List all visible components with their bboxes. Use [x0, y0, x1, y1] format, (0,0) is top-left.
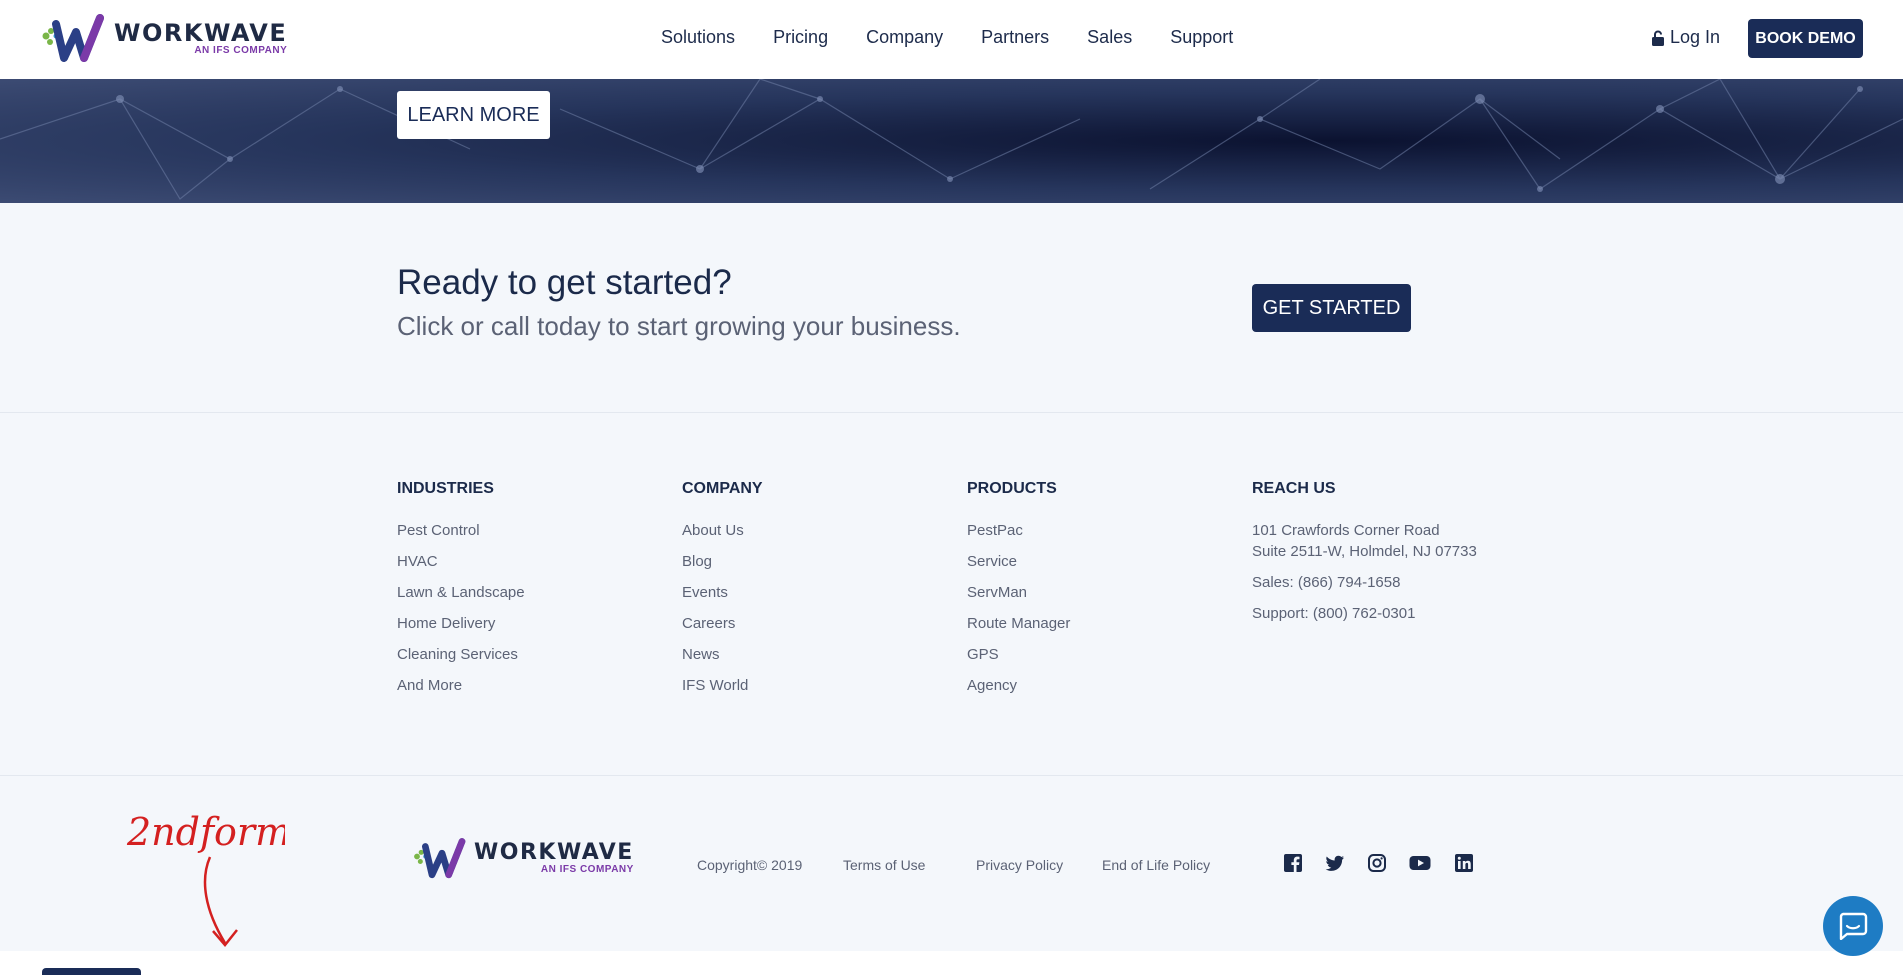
footer-link[interactable]: ServMan — [967, 577, 1070, 608]
book-demo-button[interactable]: BOOK DEMO — [1748, 19, 1863, 58]
footer-reach-title: REACH US — [1252, 480, 1336, 497]
footer-link[interactable]: Agency — [967, 670, 1070, 701]
footer-link[interactable]: About Us — [682, 515, 763, 546]
learn-more-button[interactable]: LEARN MORE — [397, 91, 550, 139]
footer-link[interactable]: GPS — [967, 639, 1070, 670]
cta-section: Ready to get started? Click or call toda… — [0, 203, 1903, 413]
footer-link[interactable]: News — [682, 639, 763, 670]
lock-icon — [1652, 30, 1664, 46]
footer-link[interactable]: Blog — [682, 546, 763, 577]
footer-workwave-logo[interactable]: WORKWAVE AN IFS COMPANY — [412, 838, 634, 880]
login-label: Log In — [1670, 27, 1721, 47]
logo-wordmark: WORKWAVE — [114, 19, 288, 47]
footer-link[interactable]: Careers — [682, 608, 763, 639]
instagram-icon[interactable] — [1367, 853, 1387, 873]
get-started-button[interactable]: GET STARTED — [1252, 284, 1411, 332]
workwave-logo-mark-icon — [414, 838, 466, 879]
cta-subheading: Click or call today to start growing you… — [397, 311, 961, 341]
nav-solutions[interactable]: Solutions — [661, 27, 735, 48]
copyright-text: Copyright© 2019 — [697, 857, 803, 873]
main-nav: Solutions Pricing Company Partners Sales… — [661, 27, 1271, 48]
nav-partners[interactable]: Partners — [981, 27, 1049, 48]
support-phone-link[interactable]: Support: (800) 762-0301 — [1252, 598, 1477, 629]
youtube-icon[interactable] — [1409, 853, 1431, 873]
chat-launcher-button[interactable] — [1823, 896, 1883, 956]
footer-link[interactable]: Cleaning Services — [397, 639, 525, 670]
footer-bottom-bar — [0, 775, 1903, 951]
logo-wordmark: WORKWAVE — [474, 840, 634, 865]
sales-phone-link[interactable]: Sales: (866) 794-1658 — [1252, 567, 1477, 598]
footer-products-column: PRODUCTS PestPac Service ServMan Route M… — [967, 480, 1070, 701]
facebook-icon[interactable] — [1283, 853, 1303, 873]
footer-industries-column: INDUSTRIES Pest Control HVAC Lawn & Land… — [397, 480, 525, 701]
footer-link[interactable]: Events — [682, 577, 763, 608]
workwave-logo-mark-icon — [42, 14, 104, 62]
linkedin-icon[interactable] — [1454, 853, 1474, 873]
footer-link[interactable]: HVAC — [397, 546, 525, 577]
footer-link[interactable]: Lawn & Landscape — [397, 577, 525, 608]
footer-company-column: COMPANY About Us Blog Events Careers New… — [682, 480, 763, 701]
footer-industries-title: INDUSTRIES — [397, 480, 494, 497]
end-of-life-policy-link[interactable]: End of Life Policy — [1102, 857, 1210, 873]
twitter-icon[interactable] — [1325, 853, 1345, 873]
footer-link[interactable]: Home Delivery — [397, 608, 525, 639]
annotation-text: 2ndform — [126, 810, 285, 854]
footer-company-title: COMPANY — [682, 480, 763, 497]
address-line-2: Suite 2511-W, Holmdel, NJ 07733 — [1252, 543, 1477, 560]
footer-link[interactable]: Pest Control — [397, 515, 525, 546]
logo-tagline: AN IFS COMPANY — [540, 864, 634, 875]
nav-company[interactable]: Company — [866, 27, 943, 48]
privacy-policy-link[interactable]: Privacy Policy — [976, 857, 1063, 873]
hero-banner: LEARN MORE — [0, 79, 1903, 203]
terms-of-use-link[interactable]: Terms of Use — [843, 857, 925, 873]
handwritten-annotation: 2ndform — [125, 805, 291, 960]
footer-link[interactable]: PestPac — [967, 515, 1070, 546]
address-line-1: 101 Crawfords Corner Road — [1252, 522, 1440, 539]
logo-tagline: AN IFS COMPANY — [194, 45, 288, 56]
footer-link[interactable]: IFS World — [682, 670, 763, 701]
page-bottom-strip — [0, 951, 1903, 975]
network-background-image — [0, 79, 1903, 200]
login-link[interactable]: Log In — [1651, 27, 1720, 48]
next-form-tab[interactable] — [42, 968, 141, 975]
nav-pricing[interactable]: Pricing — [773, 27, 828, 48]
site-header: WORKWAVE AN IFS COMPANY Solutions Pricin… — [0, 0, 1903, 79]
workwave-logo[interactable]: WORKWAVE AN IFS COMPANY — [40, 14, 287, 64]
nav-support[interactable]: Support — [1170, 27, 1233, 48]
footer-link[interactable]: And More — [397, 670, 525, 701]
footer-link[interactable]: Route Manager — [967, 608, 1070, 639]
footer-link[interactable]: Service — [967, 546, 1070, 577]
cta-heading: Ready to get started? — [397, 263, 732, 302]
annotation-arrow-icon: 2ndform — [126, 810, 291, 947]
footer-reach-column: REACH US 101 Crawfords Corner Road Suite… — [1252, 480, 1477, 629]
chat-bubble-icon — [1839, 912, 1868, 940]
nav-sales[interactable]: Sales — [1087, 27, 1132, 48]
footer-products-title: PRODUCTS — [967, 480, 1057, 497]
